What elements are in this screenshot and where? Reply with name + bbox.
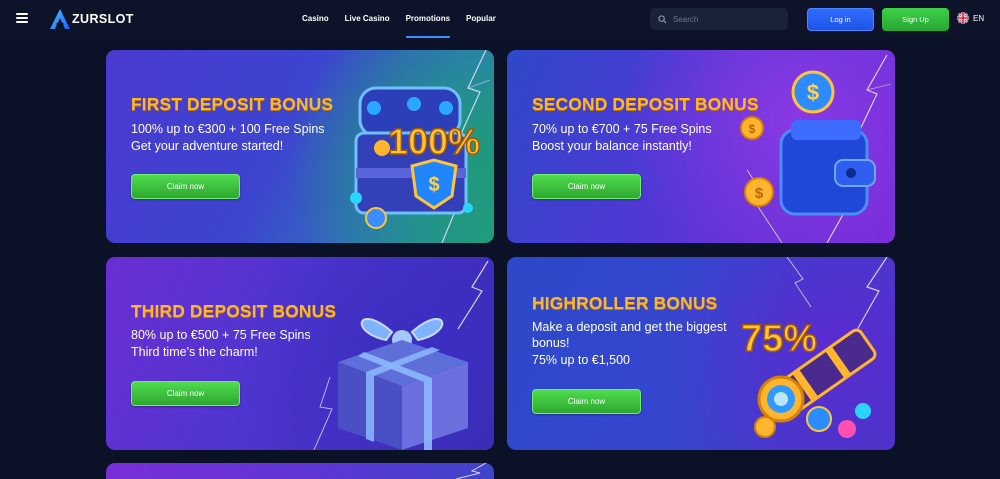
promo-text-line: Get your adventure started! bbox=[131, 139, 284, 153]
gift-box-image bbox=[338, 318, 468, 450]
brand-logo[interactable]: ZURSLOT bbox=[49, 8, 134, 30]
uk-flag-icon bbox=[957, 12, 969, 24]
brand-name: ZURSLOT bbox=[72, 12, 134, 26]
promo-title: THIRD DEPOSIT BONUS bbox=[131, 301, 337, 321]
signup-button[interactable]: Sign Up bbox=[882, 8, 949, 31]
svg-text:$: $ bbox=[755, 185, 764, 202]
svg-text:$: $ bbox=[807, 80, 819, 105]
nav-promotions[interactable]: Promotions bbox=[405, 0, 451, 38]
claim-now-button[interactable]: Claim now bbox=[532, 174, 641, 199]
nav-popular[interactable]: Popular bbox=[466, 0, 496, 38]
search-input[interactable] bbox=[673, 14, 783, 24]
promo-title: HIGHROLLER BONUS bbox=[532, 293, 718, 313]
nav-casino[interactable]: Casino bbox=[302, 0, 329, 38]
svg-text:$: $ bbox=[428, 174, 439, 196]
login-button[interactable]: Log in bbox=[807, 8, 874, 31]
menu-icon[interactable] bbox=[16, 13, 28, 23]
seventy-five-percent-art: 75% bbox=[741, 318, 817, 360]
hundred-percent-art: 100% bbox=[388, 121, 480, 162]
main-nav: Casino Live Casino Promotions Popular bbox=[302, 0, 512, 38]
treasure-chest-image: $ 100% bbox=[350, 86, 481, 229]
top-header: ZURSLOT Casino Live Casino Promotions Po… bbox=[0, 0, 1000, 38]
claim-now-button[interactable]: Claim now bbox=[532, 389, 641, 414]
promo-card-highroller[interactable]: 75% HIGHROLLER BONUS Make a deposit and … bbox=[507, 257, 895, 450]
promo-title: SECOND DEPOSIT BONUS bbox=[532, 94, 759, 114]
promo-card-third-deposit[interactable]: THIRD DEPOSIT BONUS 80% up to €500 + 75 … bbox=[106, 257, 494, 450]
promo-text-line: 80% up to €500 + 75 Free Spins bbox=[131, 328, 311, 342]
search-box[interactable] bbox=[650, 8, 788, 30]
nav-live-casino[interactable]: Live Casino bbox=[345, 0, 390, 38]
promo-text-line: 100% up to €300 + 100 Free Spins bbox=[131, 122, 325, 136]
promo-text-line: Make a deposit and get the biggest bbox=[532, 320, 727, 334]
promo-text-line: bonus! bbox=[532, 336, 570, 350]
promo-title: FIRST DEPOSIT BONUS bbox=[131, 94, 334, 114]
promo-card-partial[interactable] bbox=[106, 463, 494, 479]
search-icon bbox=[658, 14, 667, 24]
promo-text-line: 75% up to €1,500 bbox=[532, 353, 630, 367]
spyglass-treasure-image: 75% bbox=[740, 317, 877, 438]
promo-text-line: Third time's the charm! bbox=[131, 345, 258, 359]
language-code: EN bbox=[973, 13, 985, 23]
claim-now-button[interactable]: Claim now bbox=[131, 381, 240, 406]
svg-text:$: $ bbox=[749, 122, 756, 136]
promo-card-second-deposit[interactable]: $ $ $ SECOND DEPOSIT BONUS 70% up to €70… bbox=[507, 50, 895, 243]
language-selector[interactable]: EN bbox=[957, 12, 984, 24]
promo-text-line: Boost your balance instantly! bbox=[532, 139, 692, 153]
logo-a-icon bbox=[50, 9, 70, 29]
claim-now-button[interactable]: Claim now bbox=[131, 174, 240, 199]
lightning-decoration bbox=[455, 463, 487, 479]
promo-text-line: 70% up to €700 + 75 Free Spins bbox=[532, 122, 712, 136]
promo-card-first-deposit[interactable]: $ 100% FIRST DEPOSIT BONUS 100% up to €3… bbox=[106, 50, 494, 243]
